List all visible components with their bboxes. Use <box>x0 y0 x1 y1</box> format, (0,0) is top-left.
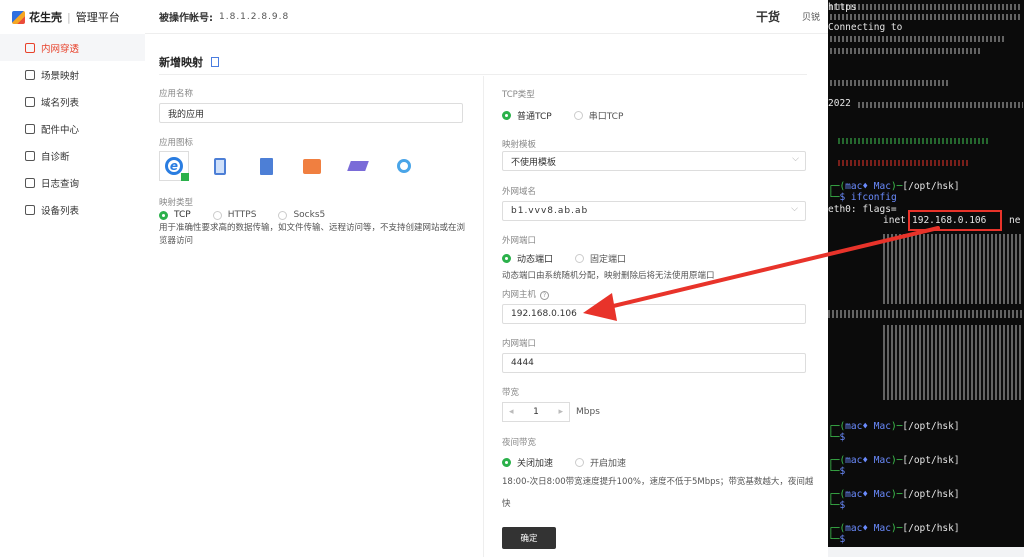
top-header: 被操作帐号: 1.8.1.2.8.9.8 干货 贝锐 <box>145 0 828 34</box>
radio-night-off[interactable]: 关闭加速 <box>502 456 553 469</box>
port-label: 外网端口 <box>502 236 537 246</box>
radio-normal-tcp[interactable]: 普通TCP <box>502 109 552 122</box>
account-label: 被操作帐号: <box>159 13 213 24</box>
sidebar-item-label: 日志查询 <box>41 178 80 190</box>
domain-label: 外网域名 <box>502 187 537 197</box>
sidebar-item-label: 域名列表 <box>41 97 80 109</box>
host-input[interactable]: 192.168.0.106 <box>502 304 806 324</box>
port-hint: 动态端口由系统随机分配，映射删除后将无法使用原端口 <box>502 271 715 281</box>
bandwidth-label: 带宽 <box>502 388 520 398</box>
brand-name: 花生壳 <box>29 11 62 24</box>
account-value: 1.8.1.2.8.9.8 <box>219 11 290 22</box>
radio-night-on[interactable]: 开启加速 <box>575 456 626 469</box>
terminal-user: mac♦ Mac <box>845 181 891 192</box>
sidebar-item-devices[interactable]: 设备列表 <box>0 196 145 223</box>
submit-button[interactable]: 确定 <box>502 527 556 549</box>
sidebar-item-label: 配件中心 <box>41 124 80 136</box>
sidebar-item-intranet[interactable]: 内网穿透 <box>0 34 145 61</box>
ie-icon[interactable]: e <box>159 151 189 181</box>
bandwidth-unit: Mbps <box>576 407 600 417</box>
tcp-type-label: TCP类型 <box>502 90 535 100</box>
template-select[interactable]: 不使用模板 <box>502 151 806 171</box>
ip-highlight-box <box>908 210 1002 231</box>
scene-icon <box>25 69 35 80</box>
radio-fixed-port[interactable]: 固定端口 <box>575 252 626 265</box>
page-title: 新增映射 <box>159 54 219 70</box>
terminal-iface: eth0: flags= <box>828 204 897 215</box>
app-name-input[interactable]: 我的应用 <box>159 103 463 123</box>
sidebar-item-label: 自诊断 <box>41 151 70 163</box>
code-icon[interactable] <box>297 151 327 181</box>
main-content: 新增映射 应用名称 我的应用 应用图标 e 映射类型 TCP HTTPS Soc… <box>145 34 828 557</box>
doc-icon[interactable] <box>211 57 219 67</box>
night-hint: 18:00-次日8:00带宽速度提升100%，速度不低于5Mbps；带宽基数越大… <box>502 477 814 487</box>
domain-icon <box>25 96 35 107</box>
sidebar-item-accessories[interactable]: 配件中心 <box>0 115 145 142</box>
add-mapping-card: 新增映射 应用名称 我的应用 应用图标 e 映射类型 TCP HTTPS Soc… <box>145 34 828 557</box>
app-icon-picker: e <box>159 151 435 181</box>
sidebar: 花生壳 | 管理平台 内网穿透 场景映射 域名列表 配件中心 自诊断 日志查询 … <box>0 0 145 557</box>
night-group: 关闭加速 开启加速 <box>502 456 648 469</box>
document-icon[interactable] <box>251 151 281 181</box>
radio-tcp[interactable]: TCP <box>159 210 191 220</box>
template-label: 映射模板 <box>502 140 537 150</box>
bandwidth-stepper[interactable]: ◂ 1 ▸ <box>502 402 570 422</box>
increment-icon[interactable]: ▸ <box>558 407 563 417</box>
sidebar-item-logs[interactable]: 日志查询 <box>0 169 145 196</box>
night-hint-cont: 快 <box>502 499 511 509</box>
sidebar-item-label: 场景映射 <box>41 70 80 82</box>
decrement-icon[interactable]: ◂ <box>509 407 514 417</box>
app-icon-label: 应用图标 <box>159 138 194 148</box>
logo-icon <box>12 10 25 24</box>
tcp-type-group: 普通TCP 串口TCP <box>502 109 645 122</box>
port-type-group: 动态端口 固定端口 <box>502 252 648 265</box>
cube-icon <box>25 42 35 53</box>
radio-https[interactable]: HTTPS <box>212 210 256 220</box>
map-type-group: TCP HTTPS Socks5 <box>159 210 347 220</box>
brand-logo[interactable]: 花生壳 | 管理平台 <box>0 0 145 34</box>
search-icon <box>25 150 35 161</box>
terminal-command: ifconfig <box>850 192 897 203</box>
terminal-window: https Connecting to 2022 ┌─(mac♦ Mac)─[/… <box>828 0 1024 547</box>
app-name-label: 应用名称 <box>159 89 194 99</box>
map-type-hint: 用于准确性要求高的数据传输，如文件传输、远程访问等，不支持创建网站或在浏览器访问 <box>159 223 466 246</box>
camera-icon[interactable] <box>389 151 419 181</box>
terminal-year: 2022 <box>828 98 851 109</box>
log-icon <box>25 177 35 188</box>
radio-socks5[interactable]: Socks5 <box>278 210 325 220</box>
night-label: 夜间带宽 <box>502 438 537 448</box>
terminal-netmask: ne <box>1009 215 1021 226</box>
radio-serial-tcp[interactable]: 串口TCP <box>573 109 623 122</box>
help-icon[interactable]: ? <box>540 291 550 300</box>
user-menu[interactable]: 贝锐 <box>802 10 820 23</box>
inner-port-input[interactable]: 4444 <box>502 353 806 373</box>
layers-icon[interactable] <box>343 151 373 181</box>
host-label: 内网主机? <box>502 288 550 300</box>
terminal-https: https <box>828 2 857 13</box>
brand-watermark: 干货 <box>755 10 780 24</box>
sidebar-item-diagnose[interactable]: 自诊断 <box>0 142 145 169</box>
inner-port-label: 内网端口 <box>502 339 537 349</box>
monitor-icon <box>25 204 35 215</box>
sidebar-item-label: 设备列表 <box>41 205 80 217</box>
tablet-icon[interactable] <box>205 151 235 181</box>
terminal-inet: inet <box>883 215 906 226</box>
terminal-connecting: Connecting to <box>828 22 903 33</box>
platform-name: 管理平台 <box>75 11 120 24</box>
radio-dynamic-port[interactable]: 动态端口 <box>502 252 553 265</box>
sidebar-item-domains[interactable]: 域名列表 <box>0 88 145 115</box>
map-type-label: 映射类型 <box>159 198 194 208</box>
terminal-path: [/opt/hsk] <box>902 181 960 192</box>
grid-icon <box>25 123 35 134</box>
sidebar-item-scene[interactable]: 场景映射 <box>0 61 145 88</box>
domain-select[interactable]: b1.vvv8.ab.ab <box>502 201 806 221</box>
sidebar-item-label: 内网穿透 <box>41 43 80 55</box>
